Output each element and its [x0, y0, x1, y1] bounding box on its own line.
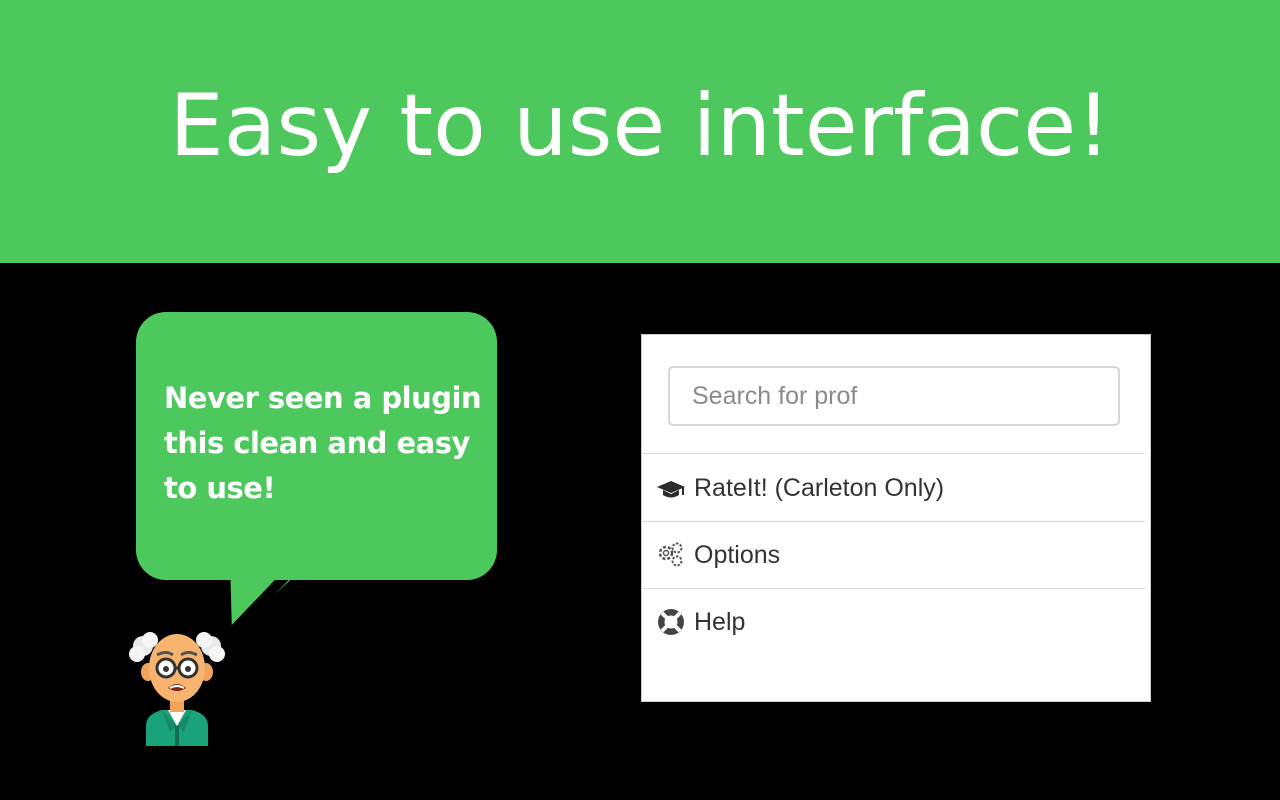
menu-item-options[interactable]: Options [642, 522, 1145, 588]
speech-bubble: Never seen a plugin this clean and easy … [136, 312, 497, 580]
banner-title: Easy to use interface! [169, 75, 1111, 176]
speech-bubble-text: Never seen a plugin this clean and easy … [164, 381, 482, 505]
menu-divider [642, 453, 1145, 454]
banner: Easy to use interface! [0, 0, 1280, 263]
gears-icon [656, 540, 686, 570]
extension-popup: RateIt! (Carleton Only) Options [641, 334, 1151, 702]
search-input[interactable] [670, 368, 1118, 424]
promo-page: Easy to use interface! Never seen a plug… [0, 0, 1280, 800]
graduation-cap-icon [656, 473, 686, 503]
menu-item-label: Help [694, 607, 746, 636]
search-box[interactable] [668, 366, 1120, 426]
old-professor-icon [129, 632, 225, 746]
menu-item-rateit[interactable]: RateIt! (Carleton Only) [642, 455, 1145, 521]
menu-item-label: RateIt! (Carleton Only) [694, 473, 945, 502]
menu-item-label: Options [694, 540, 781, 569]
lifebuoy-icon [656, 607, 686, 637]
menu-item-help[interactable]: Help [642, 589, 1145, 655]
